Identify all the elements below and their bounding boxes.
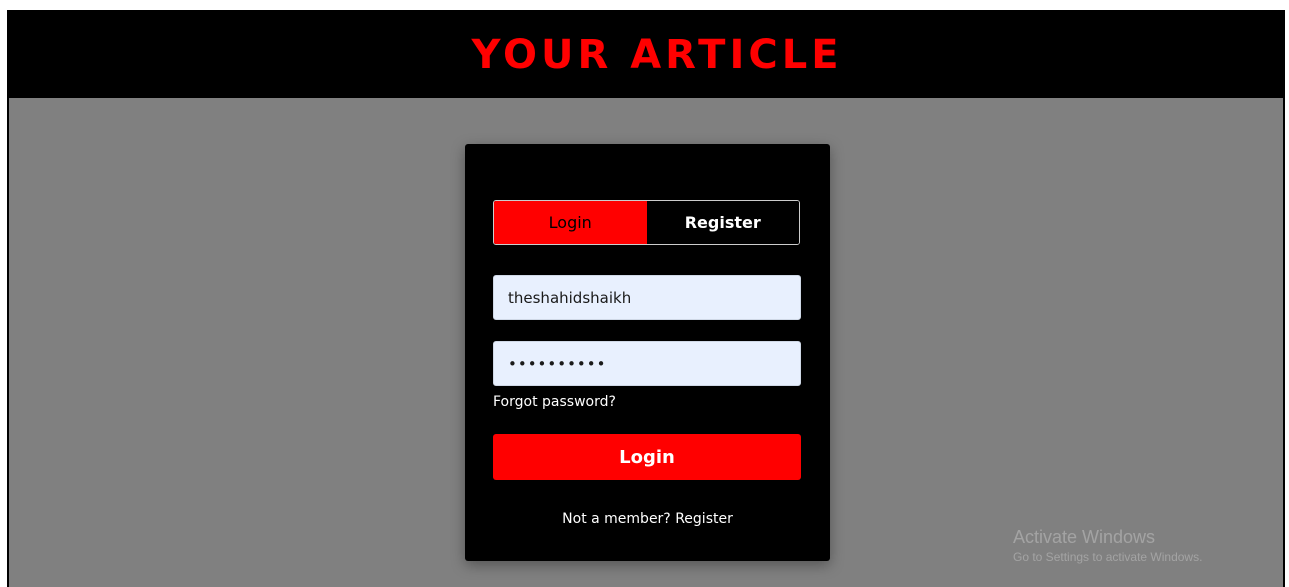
auth-tabs: Login Register (493, 200, 800, 245)
login-card: Login Register Forgot password? Login No… (465, 144, 830, 561)
site-header: YOUR ARTICLE (9, 12, 1283, 98)
browser-viewport: YOUR ARTICLE Login Register Forgot passw… (7, 10, 1285, 587)
not-member-text: Not a member? (562, 511, 671, 527)
register-prompt: Not a member? Register (465, 511, 830, 527)
watermark-subtitle: Go to Settings to activate Windows. (1013, 550, 1203, 564)
tab-register[interactable]: Register (646, 201, 799, 244)
site-title: YOUR ARTICLE (471, 32, 843, 78)
username-input[interactable] (493, 275, 801, 320)
tab-login[interactable]: Login (494, 201, 647, 244)
activate-windows-watermark: Activate Windows Go to Settings to activ… (1013, 526, 1202, 566)
password-input[interactable] (493, 341, 801, 386)
forgot-password-link[interactable]: Forgot password? (493, 394, 616, 410)
register-link[interactable]: Register (675, 511, 733, 527)
login-button[interactable]: Login (493, 434, 801, 480)
watermark-title: Activate Windows (1013, 527, 1156, 547)
